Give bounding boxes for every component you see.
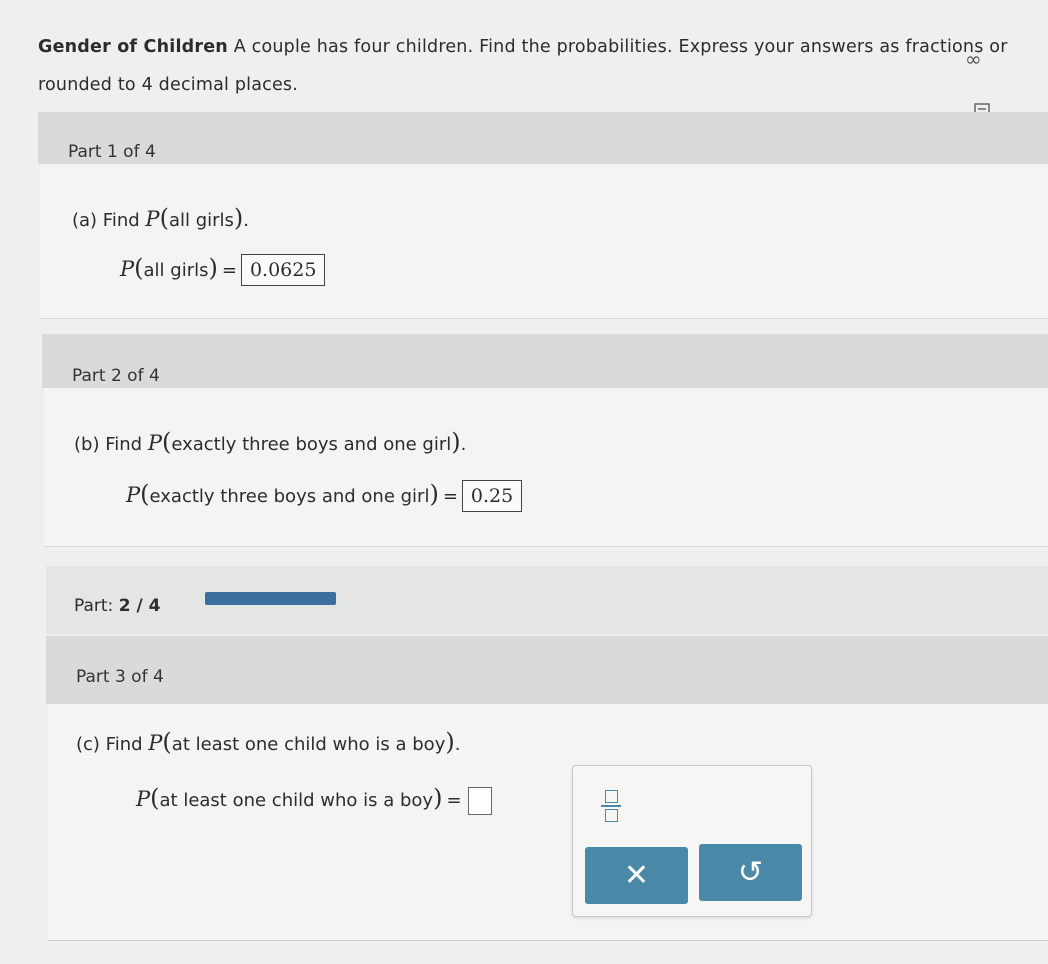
- prob-symbol: P: [148, 731, 163, 755]
- part-1-answer[interactable]: 0.0625: [240, 254, 326, 286]
- period: .: [454, 734, 461, 755]
- part-1-answer-row: P(all girls) = 0.0625: [120, 254, 326, 286]
- problem-text-line2: rounded to 4 decimal places.: [38, 75, 298, 95]
- period: .: [460, 434, 467, 455]
- part-2-answer[interactable]: 0.25: [461, 480, 523, 512]
- equals-sign: =: [442, 486, 458, 507]
- progress-panel: Part: 2 / 4: [46, 566, 1048, 634]
- part-3-answer-input[interactable]: [467, 787, 492, 815]
- prob-symbol: P: [136, 787, 151, 811]
- part-3-question: (c) Find P(at least one child who is a b…: [76, 728, 461, 756]
- progress-prefix: Part:: [74, 596, 114, 616]
- part-2-answer-label: exactly three boys and one girl: [149, 486, 430, 507]
- period: .: [243, 210, 250, 231]
- problem-text: A couple has four children. Find the pro…: [233, 37, 1008, 57]
- part-3-arg: at least one child who is a boy: [171, 734, 446, 755]
- clear-button[interactable]: ✕: [585, 847, 688, 904]
- part-1-prefix: (a) Find: [72, 210, 140, 231]
- part-2-title: Part 2 of 4: [72, 366, 160, 386]
- part-3-answer-label: at least one child who is a boy: [159, 790, 434, 811]
- problem-title: Gender of Children: [38, 37, 228, 57]
- progress-label: Part: 2 / 4: [74, 596, 160, 616]
- part-2-arg: exactly three boys and one girl: [171, 434, 452, 455]
- part-2-body: (b) Find P(exactly three boys and one gi…: [44, 388, 1048, 547]
- math-toolbox: ✕ ↺: [572, 765, 812, 917]
- part-2-question: (b) Find P(exactly three boys and one gi…: [74, 428, 467, 456]
- part-1-header: Part 1 of 4: [38, 112, 1048, 164]
- part-1-title: Part 1 of 4: [68, 142, 156, 162]
- part-1-question: (a) Find P(all girls).: [72, 204, 250, 232]
- prob-symbol: P: [145, 207, 160, 231]
- equals-sign: =: [221, 260, 237, 281]
- undo-button[interactable]: ↺: [699, 844, 802, 901]
- part-1-answer-label: all girls: [143, 260, 209, 281]
- fraction-icon[interactable]: [601, 788, 621, 824]
- part-2-prefix: (b) Find: [74, 434, 143, 455]
- prob-symbol: P: [120, 257, 135, 281]
- part-3-title: Part 3 of 4: [76, 667, 164, 687]
- part-3-prefix: (c) Find: [76, 734, 143, 755]
- part-2-header: Part 2 of 4: [42, 334, 1048, 388]
- problem-statement: Gender of Children A couple has four chi…: [38, 28, 1038, 104]
- progress-bar-fill: [205, 592, 336, 605]
- progress-bar: [205, 592, 467, 605]
- part-3-answer-row: P(at least one child who is a boy) =: [136, 784, 492, 815]
- part-1-arg: all girls: [168, 210, 234, 231]
- part-2-answer-row: P(exactly three boys and one girl) = 0.25: [126, 480, 523, 512]
- progress-value: 2 / 4: [118, 596, 161, 616]
- equals-sign: =: [446, 790, 462, 811]
- infinity-icon[interactable]: ∞: [965, 47, 982, 71]
- prob-symbol: P: [126, 483, 141, 507]
- part-3-header: Part 3 of 4: [46, 636, 1048, 704]
- part-1-body: (a) Find P(all girls). P(all girls) = 0.06…: [40, 164, 1048, 319]
- part-3-body: (c) Find P(at least one child who is a b…: [48, 704, 1048, 941]
- prob-symbol: P: [147, 431, 162, 455]
